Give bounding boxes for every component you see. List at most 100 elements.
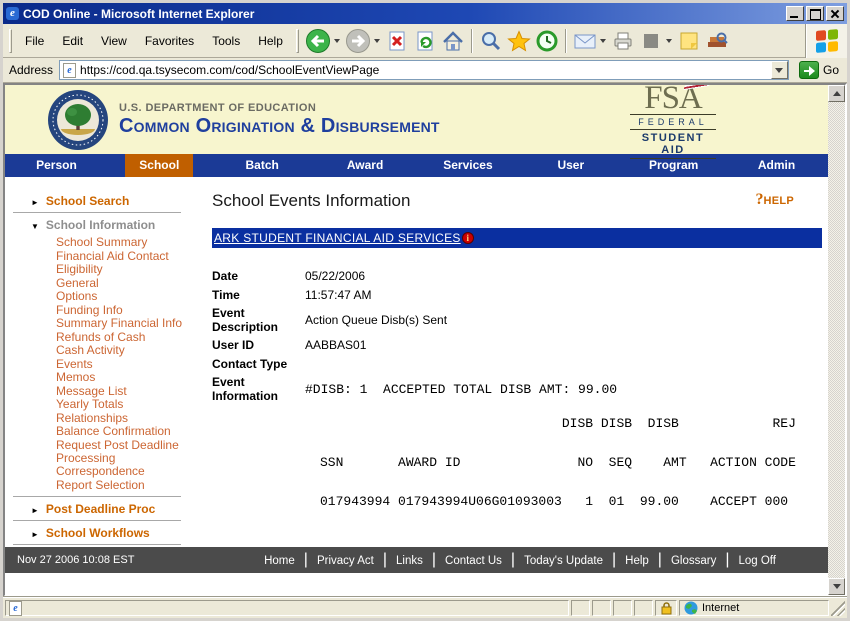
sidebar-section-school-workflows[interactable]: ► School Workflows xyxy=(31,526,205,540)
edit-dropdown-icon[interactable] xyxy=(666,39,672,43)
school-name-link[interactable]: ARK STUDENT FINANCIAL AID SERVICES xyxy=(214,231,461,245)
forward-dropdown-icon[interactable] xyxy=(374,39,380,43)
divider xyxy=(13,520,181,521)
sidebar-section-school-information[interactable]: ▼ School Information xyxy=(31,218,205,232)
discuss-button[interactable] xyxy=(703,28,731,54)
messenger-button[interactable] xyxy=(675,28,703,54)
help-question-icon: ? xyxy=(755,191,763,209)
sidebar-item[interactable]: Summary Financial Info xyxy=(56,317,205,330)
sidebar-item[interactable]: School Summary xyxy=(56,236,205,249)
stop-button[interactable] xyxy=(383,28,411,54)
menu-item[interactable]: Help xyxy=(249,30,292,52)
address-input[interactable]: e https://cod.qa.tsysecom.com/cod/School… xyxy=(59,60,789,80)
nav-tab[interactable]: Batch xyxy=(211,154,314,177)
sidebar-item[interactable]: Yearly Totals xyxy=(56,398,205,411)
mail-dropdown-icon[interactable] xyxy=(600,39,606,43)
events-table: DISB DISB DISB REJ SSN AWARD ID NO SEQ A… xyxy=(320,417,822,509)
field-value-user-id: AABBAS01 xyxy=(305,338,366,352)
status-pane xyxy=(634,600,653,616)
sidebar-item[interactable]: Options xyxy=(56,290,205,303)
sidebar-item[interactable]: Request Post Deadline Processing xyxy=(56,439,205,465)
menu-item[interactable]: File xyxy=(16,30,53,52)
title-bar[interactable]: e COD Online - Microsoft Internet Explor… xyxy=(3,3,847,24)
nav-tab[interactable]: Person xyxy=(5,154,108,177)
sidebar-item[interactable]: Refunds of Cash xyxy=(56,331,205,344)
sidebar-item[interactable]: Message List xyxy=(56,385,205,398)
mail-button[interactable] xyxy=(571,28,599,54)
sidebar-item[interactable]: Memos xyxy=(56,371,205,384)
footer-link[interactable]: Links xyxy=(396,555,423,567)
edit-button[interactable] xyxy=(637,28,665,54)
sidebar-item[interactable]: Report Selection xyxy=(56,479,205,492)
menu-item[interactable]: Tools xyxy=(203,30,249,52)
sidebar-item[interactable]: General xyxy=(56,277,205,290)
scroll-down-button[interactable] xyxy=(828,578,845,595)
maximize-button[interactable] xyxy=(806,6,824,21)
footer-link[interactable]: Privacy Act xyxy=(317,555,374,567)
print-button[interactable] xyxy=(609,28,637,54)
footer-link[interactable]: Today's Update xyxy=(524,555,603,567)
sidebar-section-school-search[interactable]: ► School Search xyxy=(31,194,205,208)
menu-item[interactable]: Favorites xyxy=(136,30,203,52)
field-value-time: 11:57:47 AM xyxy=(305,288,372,302)
nav-tab[interactable]: School xyxy=(108,154,211,177)
footer-link[interactable]: Glossary xyxy=(671,555,716,567)
address-dropdown-button[interactable] xyxy=(771,61,788,79)
sidebar-item[interactable]: Financial Aid Contact xyxy=(56,250,205,263)
nav-tab[interactable]: Services xyxy=(417,154,520,177)
footer-link[interactable]: Help xyxy=(625,555,649,567)
field-label-contact-type: Contact Type xyxy=(212,357,305,371)
page-icon: e xyxy=(9,601,22,616)
footer-link[interactable]: Contact Us xyxy=(445,555,502,567)
info-icon[interactable]: i xyxy=(462,232,474,244)
sidebar-item[interactable]: Events xyxy=(56,358,205,371)
toolbar-grip[interactable] xyxy=(296,29,299,53)
back-button[interactable] xyxy=(303,27,333,55)
field-label-date: Date xyxy=(212,269,305,283)
field-label-event-information: Event Information xyxy=(212,375,305,403)
close-button[interactable] xyxy=(826,6,844,21)
footer-link[interactable]: Log Off xyxy=(738,555,776,567)
sidebar-item[interactable]: Balance Confirmation xyxy=(56,425,205,438)
back-icon xyxy=(305,28,331,54)
scroll-up-button[interactable] xyxy=(828,85,845,102)
sidebar-item[interactable]: Funding Info xyxy=(56,304,205,317)
forward-button[interactable] xyxy=(343,27,373,55)
nav-tab[interactable]: Admin xyxy=(725,154,828,177)
favorites-button[interactable] xyxy=(505,28,533,54)
menu-item[interactable]: View xyxy=(92,30,136,52)
go-button[interactable]: Go xyxy=(795,60,843,80)
sidebar-links: School SummaryFinancial Aid ContactEligi… xyxy=(56,236,205,492)
home-button[interactable] xyxy=(439,28,467,54)
search-button[interactable] xyxy=(477,28,505,54)
page-icon: e xyxy=(63,63,76,78)
resize-grip[interactable] xyxy=(831,600,845,616)
sidebar-item[interactable]: Cash Activity xyxy=(56,344,205,357)
sidebar-item[interactable]: Eligibility xyxy=(56,263,205,276)
help-link[interactable]: ? HELP xyxy=(755,191,794,209)
history-button[interactable] xyxy=(533,28,561,54)
address-url[interactable]: https://cod.qa.tsysecom.com/cod/SchoolEv… xyxy=(80,63,771,77)
history-icon xyxy=(535,29,559,53)
vertical-scrollbar[interactable] xyxy=(828,85,845,595)
toolbar-grip[interactable] xyxy=(9,29,12,53)
sidebar: ► School Search ▼ School Information Sch… xyxy=(5,177,205,547)
refresh-icon xyxy=(413,29,437,53)
site-banner: U.S. DEPARTMENT OF EDUCATION Common Orig… xyxy=(5,85,828,154)
print-icon xyxy=(611,29,635,53)
sidebar-section-post-deadline-proc[interactable]: ► Post Deadline Proc xyxy=(31,502,205,516)
minimize-button[interactable] xyxy=(786,6,804,21)
main-content: School Events Information ? HELP ARK STU… xyxy=(205,177,828,547)
menu-item[interactable]: Edit xyxy=(53,30,92,52)
nav-tab[interactable]: User xyxy=(519,154,622,177)
sidebar-item[interactable]: Correspondence xyxy=(56,465,205,478)
footer-link[interactable]: Home xyxy=(264,555,295,567)
refresh-button[interactable] xyxy=(411,28,439,54)
windows-logo-icon xyxy=(816,29,838,53)
sidebar-item[interactable]: Relationships xyxy=(56,412,205,425)
nav-tab[interactable]: Award xyxy=(314,154,417,177)
back-dropdown-icon[interactable] xyxy=(334,39,340,43)
divider xyxy=(13,212,181,213)
go-arrow-icon xyxy=(799,61,819,79)
status-pane xyxy=(613,600,632,616)
